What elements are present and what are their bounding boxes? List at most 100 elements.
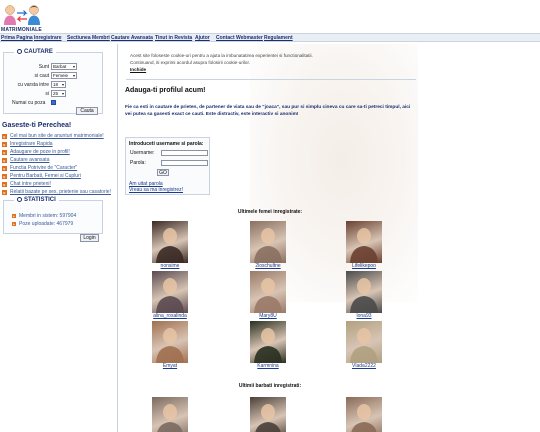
cookie-text-line1: Acest site foloseste cookie-uri pentru a… — [130, 53, 313, 58]
magnifier-icon — [17, 49, 22, 54]
arrow-icon: ▸ — [2, 190, 7, 195]
arrow-icon: ▸ — [2, 158, 7, 163]
promo-link[interactable]: ▸ Adaugare de poze in profil! — [2, 149, 70, 155]
stats-box-title: STATISTICI — [14, 197, 59, 203]
top-navigation: Prima Pagina Inregistrare Sectiunea Memb… — [0, 33, 540, 42]
arrow-icon: ▸ — [2, 166, 7, 171]
promo-link[interactable]: ▸ Functia Potrivire de "Caracter" — [2, 165, 77, 171]
profile-photo[interactable] — [346, 271, 382, 313]
profile-name-link[interactable]: nonsime — [140, 263, 200, 269]
profile-photo[interactable] — [250, 271, 286, 313]
register-link[interactable]: Vreau sa ma inregistrez! — [129, 187, 183, 193]
profile-photo[interactable] — [250, 221, 286, 263]
promo-title: Gaseste-ti Perechea! — [2, 122, 72, 129]
site-logo[interactable]: MATRIMONIALE — [0, 4, 44, 34]
person-silhouette-icon — [157, 404, 183, 432]
sunt-select[interactable]: Barbat — [51, 63, 77, 70]
nav-sectiunea-membri[interactable]: Sectiunea Membri — [67, 35, 110, 41]
go-button[interactable]: GO — [157, 169, 169, 176]
login-heading: Introduceti username si parola: — [129, 141, 204, 147]
profile-name-link[interactable]: Emyat — [140, 363, 200, 369]
arrow-icon: ▸ — [2, 142, 7, 147]
cookie-text-line2: Continuand, iti exprimi acordul asupra f… — [130, 60, 251, 65]
cookie-notice: Acest site foloseste cookie-uri pentru a… — [126, 52, 416, 80]
stats-icon — [17, 197, 22, 202]
profile-photo[interactable] — [152, 397, 188, 432]
women-section-title: Ultimele femei inregistrate: — [237, 209, 303, 215]
person-silhouette-icon — [351, 404, 377, 432]
promo-link[interactable]: ▸ Cel mai bun site de anunturi matrimonia… — [2, 133, 104, 139]
poza-label: Numai cu poza — [12, 100, 46, 106]
caut-select[interactable]: Femeie — [51, 72, 77, 79]
username-label: Username: — [130, 150, 155, 156]
profile-name-link[interactable]: Lifelikepoo — [334, 263, 394, 269]
arrow-icon: ▸ — [2, 150, 7, 155]
profile-photo[interactable] — [152, 271, 188, 313]
person-silhouette-icon — [350, 328, 378, 363]
profile-name-link[interactable]: 2loschultne — [238, 263, 298, 269]
stat-photos: ▸ Poze uploadate: 467979 — [12, 221, 74, 227]
poza-checkbox[interactable] — [51, 100, 56, 105]
profile-photo[interactable] — [346, 221, 382, 263]
person-silhouette-icon — [254, 278, 282, 313]
intro-text: Fie ca esti in cautare de prieten, de pa… — [125, 105, 411, 117]
profile-photo[interactable] — [152, 321, 188, 363]
person-silhouette-icon — [156, 278, 184, 313]
profile-name-link[interactable]: Vlada2222 — [334, 363, 394, 369]
men-section-title: Ultimii barbati inregistrati: — [238, 383, 302, 389]
profile-photo[interactable] — [152, 221, 188, 263]
profile-name-link[interactable]: lona93 — [334, 313, 394, 319]
sunt-label: Sunt — [38, 64, 49, 70]
profile-photo[interactable] — [346, 321, 382, 363]
person-silhouette-icon — [254, 228, 282, 263]
varsta-min-select[interactable]: 18 — [51, 81, 66, 88]
username-input[interactable] — [161, 150, 208, 156]
arrow-icon: ▸ — [2, 182, 7, 187]
nav-prima-pagina[interactable]: Prima Pagina — [1, 35, 33, 41]
person-silhouette-icon — [350, 278, 378, 313]
page-heading: Adauga-ti profilul acum! — [125, 87, 206, 94]
caut-label: si caut — [34, 73, 49, 79]
profile-name-link[interactable]: Karmnina — [238, 363, 298, 369]
stat-members: ▸ Membri in sistem: 597904 — [12, 213, 77, 219]
search-box: CAUTARE Sunt Barbat si caut Femeie cu va… — [3, 49, 103, 115]
profile-photo[interactable] — [250, 397, 286, 432]
arrow-icon: ▸ — [2, 134, 7, 139]
person-silhouette-icon — [255, 404, 281, 432]
arrow-icon: ▸ — [12, 214, 16, 218]
password-label: Parola: — [130, 160, 146, 166]
login-button[interactable]: Login — [80, 234, 99, 242]
profile-name-link[interactable]: Mary8U — [238, 313, 298, 319]
promo-link[interactable]: ▸ Inregistrare Rapida — [2, 141, 53, 147]
si-label: si — [45, 91, 49, 97]
promo-link[interactable]: ▸ Relatii bazate pe sex, prietenie sau ca… — [2, 189, 111, 195]
login-form: Introduceti username si parola: Username… — [125, 137, 210, 195]
profile-photo[interactable] — [346, 397, 382, 432]
promo-link[interactable]: ▸ Pentru Barbati, Femei si Cupluri — [2, 173, 81, 179]
nav-regulament[interactable]: Regulament — [264, 35, 293, 41]
nav-tinut-in-revista[interactable]: Tinut in Revista — [155, 35, 192, 41]
nav-ajutor[interactable]: Ajutor — [195, 35, 210, 41]
arrow-icon: ▸ — [2, 174, 7, 179]
left-sidebar: CAUTARE Sunt Barbat si caut Femeie cu va… — [0, 44, 118, 432]
profile-photo[interactable] — [250, 321, 286, 363]
cookie-close-link[interactable]: Inchide — [130, 67, 146, 72]
person-silhouette-icon — [350, 228, 378, 263]
couple-logo-icon — [4, 5, 40, 25]
person-silhouette-icon — [254, 328, 282, 363]
promo-link[interactable]: ▸ Chat intre prieteni! — [2, 181, 51, 187]
person-silhouette-icon — [156, 328, 184, 363]
search-box-title: CAUTARE — [14, 49, 56, 55]
varsta-max-select[interactable]: 25 — [51, 90, 66, 97]
nav-contact-webmaster[interactable]: Contact Webmaster — [216, 35, 263, 41]
cauta-button[interactable]: Cauta — [76, 107, 98, 115]
person-silhouette-icon — [156, 228, 184, 263]
profile-name-link[interactable]: alina_rosalinda — [140, 313, 200, 319]
nav-inregistrare[interactable]: Inregistrare — [34, 35, 62, 41]
nav-cautare-avansata[interactable]: Cautare Avansata — [111, 35, 153, 41]
arrow-icon: ▸ — [12, 222, 16, 226]
stats-box: STATISTICI ▸ Membri in sistem: 597904 ▸ Po… — [3, 197, 103, 234]
promo-link[interactable]: ▸ Cautare avansata — [2, 157, 49, 163]
password-input[interactable] — [161, 160, 208, 166]
varsta-label: cu varsta intre — [17, 82, 49, 88]
